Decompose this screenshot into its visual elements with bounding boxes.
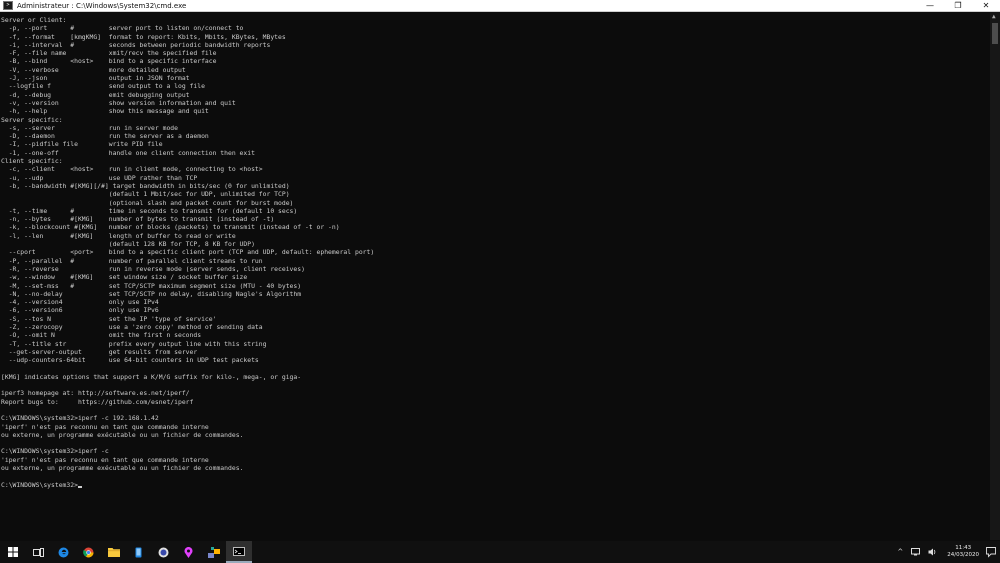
console-line: -4, --version4 only use IPv4 [1,298,159,307]
file-explorer-button[interactable] [101,541,126,563]
console-line: 'iperf' n'est pas reconnu en tant que co… [1,422,209,431]
phone-app-button[interactable] [126,541,151,563]
console-line: Report bugs to: https://github.com/esnet… [1,397,194,406]
edge-button[interactable] [51,541,76,563]
console-line: -t, --time # time in seconds to transmit… [1,206,298,215]
chrome-button[interactable] [76,541,101,563]
console-line: -k, --blockcount #[KMG] number of blocks… [1,223,340,232]
scroll-up-arrow-icon[interactable]: ▲ [992,14,996,20]
console-line: iperf3 homepage at: http://software.es.n… [1,389,190,398]
console-line: -Z, --zerocopy use a 'zero copy' method … [1,322,263,331]
console-line: -f, --format [kmgKMG] format to report: … [1,32,286,41]
console-line: (optional slash and packet count for bur… [1,198,294,207]
maximize-button[interactable]: ❐ [944,0,972,11]
console-line: -c, --client <host> run in client mode, … [1,165,263,174]
command-prompt-taskbar-button[interactable] [226,541,252,563]
console-line: Server or Client: [1,16,67,24]
start-button[interactable] [0,541,26,563]
show-hidden-icons-chevron-icon[interactable]: ^ [897,548,903,556]
console-line: -1, --one-off handle one client connecti… [1,148,255,157]
task-view-button[interactable] [26,541,51,563]
taskbar: ^ 11:43 24/03/2020 [0,541,1000,563]
console-line: -w, --window #[KMG] set window size / so… [1,273,248,282]
console-line: --cport <port> bind to a specific client… [1,248,375,257]
console-line: ou externe, un programme exécutable ou u… [1,464,244,473]
chrome-icon [83,547,94,557]
console-line: Client specific: [1,157,63,166]
messenger-button[interactable] [151,541,176,563]
close-button[interactable]: ✕ [972,0,1000,11]
console-line: 'iperf' n'est pas reconnu en tant que co… [1,455,209,464]
console-line: -s, --server run in server mode [1,123,178,132]
task-view-icon [33,547,44,557]
console-line: -B, --bind <host> bind to a specific int… [1,57,217,66]
console-output[interactable]: Server or Client: -p, --port # server po… [1,16,989,490]
console-line: -v, --version show version information a… [1,98,236,107]
map-pin-icon [184,546,193,558]
console-line: -M, --set-mss # set TCP/SCTP maximum seg… [1,281,302,290]
clock-date: 24/03/2020 [947,552,979,558]
clock-time: 11:43 [955,545,972,551]
window-controls: — ❐ ✕ [916,0,1000,11]
console-line: -i, --interval # seconds between periodi… [1,40,271,49]
console-line: -h, --help show this message and quit [1,107,209,116]
console-line: (default 1 Mbit/sec for UDP, unlimited f… [1,190,290,199]
vertical-scrollbar[interactable]: ▲ [990,12,1000,540]
console-line: -N, --no-delay set TCP/SCTP no delay, di… [1,289,302,298]
console-line: -J, --json output in JSON format [1,74,190,83]
console-line: -d, --debug emit debugging output [1,90,190,99]
taskbar-clock[interactable]: 11:43 24/03/2020 [947,545,979,559]
phone-icon [135,547,142,557]
network-app-button[interactable] [201,541,226,563]
console-line: Server specific: [1,115,63,124]
console-line: -u, --udp use UDP rather than TCP [1,173,198,182]
cmd-icon: > [3,1,13,10]
prompt-line[interactable]: C:\WINDOWS\system32> [1,481,989,489]
console-line: -n, --bytes #[KMG] number of bytes to tr… [1,215,275,224]
console-line: --udp-counters-64bit use 64-bit counters… [1,356,259,365]
console-line: -b, --bandwidth #[KMG][/#] target bandwi… [1,181,290,190]
console-line: -T, --title str prefix every output line… [1,339,267,348]
edge-icon [58,547,69,557]
folder-icon [107,548,120,557]
volume-icon[interactable] [928,548,937,556]
console-line: -6, --version6 only use IPv6 [1,306,159,315]
window-title: Administrateur : C:\Windows\System32\cmd… [17,1,187,10]
console-line: ou externe, un programme exécutable ou u… [1,430,244,439]
console-line: -R, --reverse run in reverse mode (serve… [1,264,305,273]
console-line: -I, --pidfile file write PID file [1,140,163,149]
console-line: [KMG] indicates options that support a K… [1,372,302,381]
console-line: -F, --file name xmit/recv the specified … [1,49,217,58]
console-line: -O, --omit N omit the first n seconds [1,331,202,340]
maps-app-button[interactable] [176,541,201,563]
console-line: -V, --verbose more detailed output [1,65,186,74]
console-line: -p, --port # server port to listen on/co… [1,24,244,33]
console-line: (default 128 KB for TCP, 8 KB for UDP) [1,240,255,249]
window-title-bar[interactable]: > Administrateur : C:\Windows\System32\c… [0,0,1000,12]
action-center-icon[interactable] [985,546,997,558]
console-line: -D, --daemon run the server as a daemon [1,132,209,141]
system-tray: ^ 11:43 24/03/2020 [893,541,1000,563]
minimize-button[interactable]: — [916,0,944,11]
scrollbar-thumb[interactable] [992,23,998,44]
chat-bubble-icon [158,547,169,557]
console-line: -S, --tos N set the IP 'type of service' [1,314,217,323]
console-line: -P, --parallel # number of parallel clie… [1,256,263,265]
console-line: -l, --len #[KMG] length of buffer to rea… [1,231,236,240]
network-icon[interactable] [911,548,921,556]
console-line: C:\WINDOWS\system32>iperf -c 192.168.1.4… [1,414,159,423]
network-app-icon [207,546,220,558]
prompt-text: C:\WINDOWS\system32> [1,480,78,489]
console-line: --get-server-output get results from ser… [1,347,198,356]
console-line: --logfile f send output to a log file [1,82,205,91]
text-cursor [77,485,82,488]
console-line: C:\WINDOWS\system32>iperf -c [1,447,109,456]
windows-logo-icon [8,547,18,557]
terminal-icon [233,546,245,556]
